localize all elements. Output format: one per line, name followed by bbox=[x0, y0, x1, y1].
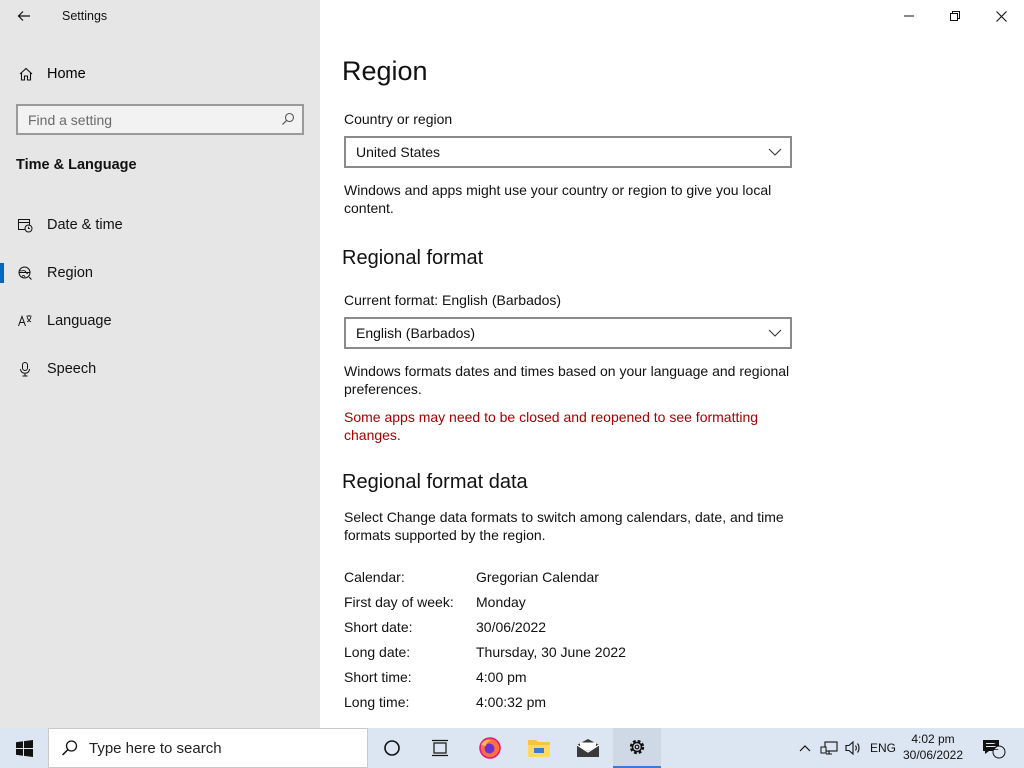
home-nav-item[interactable]: Home bbox=[0, 58, 320, 90]
home-icon bbox=[16, 64, 36, 84]
task-view-icon bbox=[432, 739, 448, 757]
cortana-icon bbox=[384, 740, 400, 756]
format-data-value: 4:00:32 pm bbox=[476, 694, 547, 710]
find-setting-input[interactable] bbox=[28, 111, 268, 128]
section-title: Time & Language bbox=[16, 157, 137, 173]
close-button[interactable] bbox=[978, 0, 1024, 32]
country-description: Windows and apps might use your country … bbox=[344, 182, 772, 216]
taskbar-search[interactable]: Type here to search bbox=[48, 728, 368, 768]
sidebar: Settings Home Time & Language Date & tim… bbox=[0, 0, 320, 728]
input-language-button[interactable]: ENG bbox=[866, 728, 900, 768]
formatting-warning: Some apps may need to be closed and reop… bbox=[344, 409, 759, 443]
sidebar-item-label: Speech bbox=[47, 361, 97, 377]
cortana-button[interactable] bbox=[368, 728, 416, 768]
folder-icon bbox=[528, 740, 550, 757]
back-button[interactable] bbox=[10, 4, 38, 28]
page-title: Region bbox=[342, 56, 428, 86]
restore-button[interactable] bbox=[932, 0, 978, 32]
file-explorer-button[interactable] bbox=[515, 728, 563, 768]
language-icon bbox=[16, 312, 34, 330]
country-label: Country or region bbox=[344, 111, 453, 127]
calendar-clock-icon bbox=[16, 216, 34, 234]
chevron-up-icon bbox=[799, 745, 811, 752]
show-hidden-icons-button[interactable] bbox=[794, 728, 816, 768]
volume-button[interactable] bbox=[842, 728, 864, 768]
format-data-key: Short time: bbox=[344, 669, 412, 685]
format-data-value: Gregorian Calendar bbox=[476, 569, 599, 585]
current-format-label: Current format: English (Barbados) bbox=[344, 292, 562, 308]
main-content: Region Country or region United States W… bbox=[320, 0, 1024, 728]
notification-count: 2 bbox=[993, 742, 999, 753]
task-view-button[interactable] bbox=[416, 728, 464, 768]
format-data-value: 4:00 pm bbox=[476, 669, 527, 685]
taskbar-search-placeholder: Type here to search bbox=[89, 739, 222, 757]
sidebar-item-speech[interactable]: Speech bbox=[0, 351, 320, 387]
search-icon bbox=[61, 740, 78, 756]
minimize-icon bbox=[904, 15, 914, 17]
microphone-icon bbox=[16, 360, 34, 378]
format-data-key: Long time: bbox=[344, 694, 410, 710]
back-arrow-icon bbox=[17, 11, 30, 21]
sidebar-item-date-time[interactable]: Date & time bbox=[0, 207, 320, 243]
firefox-icon bbox=[479, 737, 501, 759]
search-icon bbox=[282, 112, 295, 125]
format-data-description: Select Change data formats to switch amo… bbox=[344, 509, 784, 543]
network-button[interactable] bbox=[818, 728, 840, 768]
format-data-value: Monday bbox=[476, 594, 526, 610]
clock-date: 30/06/2022 bbox=[902, 748, 964, 762]
sidebar-item-language[interactable]: Language bbox=[0, 303, 320, 339]
settings-app-button[interactable] bbox=[613, 728, 661, 768]
format-data-key: Long date: bbox=[344, 644, 411, 660]
windows-logo-icon bbox=[15, 739, 33, 757]
find-setting-search[interactable] bbox=[16, 104, 304, 135]
format-data-value: Thursday, 30 June 2022 bbox=[476, 644, 626, 660]
sidebar-item-label: Region bbox=[47, 265, 93, 281]
sidebar-item-label: Date & time bbox=[47, 217, 123, 233]
sidebar-item-label: Language bbox=[47, 313, 112, 329]
chevron-down-icon bbox=[768, 148, 782, 156]
format-data-key: Calendar: bbox=[344, 569, 405, 585]
app-title: Settings bbox=[62, 9, 108, 23]
home-label: Home bbox=[47, 66, 86, 82]
format-data-key: Short date: bbox=[344, 619, 413, 635]
sidebar-item-region[interactable]: Region bbox=[0, 255, 320, 291]
country-selected: United States bbox=[356, 144, 441, 160]
close-icon bbox=[995, 10, 1007, 22]
minimize-button[interactable] bbox=[886, 0, 932, 32]
action-center-button[interactable]: 2 bbox=[978, 728, 1010, 768]
format-data-value: 30/06/2022 bbox=[476, 619, 547, 635]
format-data-key: First day of week: bbox=[344, 594, 454, 610]
format-data-heading: Regional format data bbox=[342, 471, 528, 493]
country-dropdown[interactable]: United States bbox=[344, 136, 792, 168]
start-button[interactable] bbox=[0, 728, 48, 768]
network-icon bbox=[820, 741, 838, 755]
chevron-down-icon bbox=[768, 329, 782, 337]
firefox-button[interactable] bbox=[466, 728, 514, 768]
regional-format-heading: Regional format bbox=[342, 247, 484, 269]
clock-button[interactable]: 4:02 pm 30/06/2022 bbox=[898, 731, 968, 763]
regional-format-dropdown[interactable]: English (Barbados) bbox=[344, 317, 792, 349]
regional-format-description: Windows formats dates and times based on… bbox=[344, 363, 790, 397]
clock-time: 4:02 pm bbox=[911, 732, 955, 746]
mail-button[interactable] bbox=[564, 728, 612, 768]
taskbar: Type here to search ENG 4:02 pm 30/06/20… bbox=[0, 728, 1024, 768]
gear-icon bbox=[629, 739, 645, 755]
regional-format-selected: English (Barbados) bbox=[356, 325, 476, 341]
globe-icon bbox=[16, 264, 34, 282]
mail-icon bbox=[576, 739, 600, 757]
restore-icon bbox=[950, 11, 960, 21]
speaker-icon bbox=[845, 740, 860, 756]
